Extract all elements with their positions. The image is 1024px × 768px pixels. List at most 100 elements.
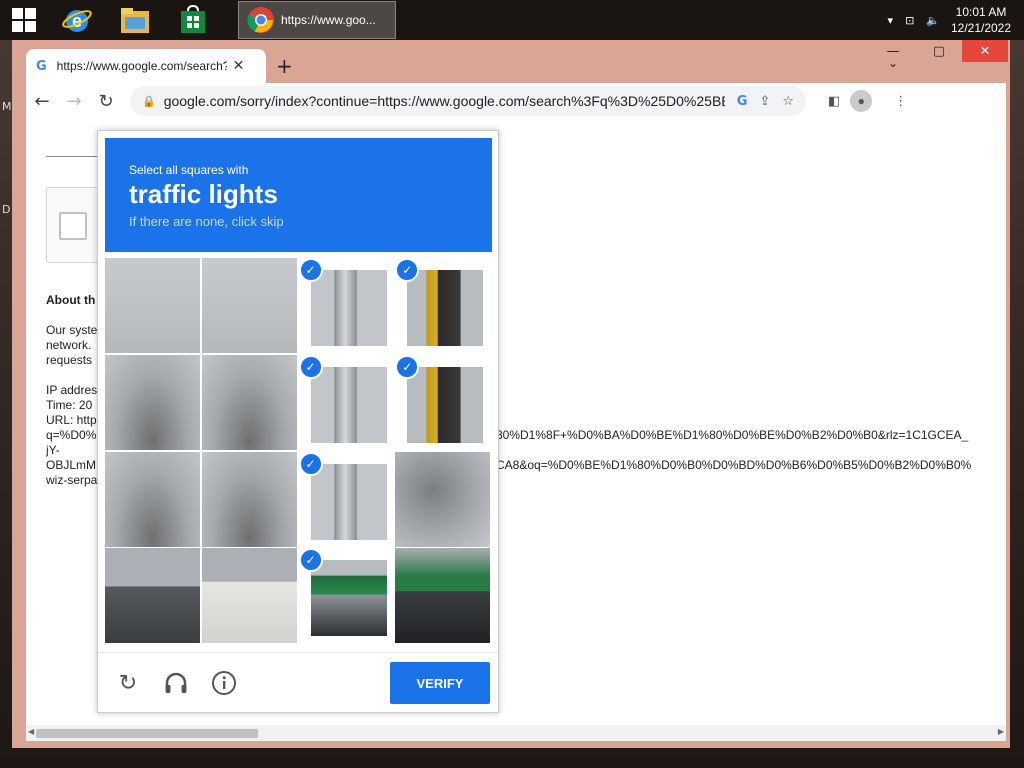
scroll-right-arrow-icon[interactable]: ▶ [998, 727, 1004, 736]
google-favicon-icon: G [36, 58, 47, 74]
tile-image [201, 258, 297, 353]
recaptcha-checkbox[interactable] [59, 212, 87, 240]
side-panel-icon[interactable]: ◧ [828, 94, 840, 109]
tile-image [310, 463, 387, 540]
bookmark-star-icon[interactable]: ☆ [782, 94, 794, 109]
body-line-3: requests [46, 353, 93, 367]
close-window-button[interactable]: ✕ [962, 40, 1008, 62]
body-line-2: network. [46, 338, 92, 352]
challenge-tile[interactable]: ✓ [298, 451, 394, 547]
url-line: URL: http [46, 413, 97, 427]
menu-kebab-icon[interactable]: ⋮ [894, 94, 907, 109]
share-icon[interactable]: ⇪ [759, 94, 770, 109]
wiz-line: wiz-serpa [46, 473, 98, 487]
windows-logo-icon [12, 8, 36, 32]
challenge-tile[interactable] [105, 548, 200, 644]
headphones-icon [165, 672, 187, 693]
browser-tab[interactable]: G https://www.google.com/search?q= ✕ [26, 49, 266, 83]
q-line: q=%D0% [46, 428, 97, 442]
tile-image [105, 258, 200, 353]
chrome-icon [247, 7, 274, 33]
objl-line: OBJLmM [46, 458, 97, 472]
challenge-tile[interactable]: ✓ [298, 548, 394, 643]
challenge-tile[interactable] [395, 548, 491, 644]
challenge-tile[interactable]: ✓ [298, 354, 394, 450]
tile-selected-check-icon: ✓ [298, 354, 323, 379]
challenge-tile-grid: ✓ ✓ ✓ ✓ ✓ ✓ [105, 258, 492, 645]
volume-icon[interactable]: 🔈 [926, 14, 940, 27]
forward-button[interactable]: → [58, 85, 90, 117]
tile-image [310, 270, 387, 346]
tile-selected-check-icon: ✓ [298, 548, 323, 573]
challenge-tile[interactable] [201, 548, 297, 644]
scrollbar-thumb[interactable] [36, 729, 258, 738]
horizontal-scrollbar[interactable]: ◀ ▶ [26, 725, 1006, 741]
tab-title: https://www.google.com/search?q= [56, 59, 227, 73]
google-lens-icon[interactable]: G [737, 94, 748, 109]
tile-image [105, 548, 200, 644]
challenge-header: Select all squares with traffic lights I… [105, 138, 492, 252]
clock-time: 10:01 AM [955, 5, 1007, 19]
challenge-tile[interactable] [201, 451, 297, 547]
profile-avatar-icon[interactable]: ● [850, 90, 873, 112]
internet-explorer-icon: e [62, 10, 92, 32]
challenge-tile[interactable] [201, 354, 297, 450]
challenge-footer: ↻ VERIFY [98, 652, 498, 714]
audio-challenge-icon[interactable] [162, 669, 190, 697]
objl-line-tail: CA8&oq=%D0%BE%D1%80%D0%B0%D0%BD%D0%B6%D0… [496, 458, 972, 472]
tile-selected-check-icon: ✓ [298, 258, 323, 282]
tile-image [395, 451, 491, 547]
challenge-instruction: Select all squares with [129, 163, 249, 177]
verify-button[interactable]: VERIFY [390, 662, 490, 704]
tile-image [201, 451, 297, 547]
challenge-tile[interactable] [105, 354, 200, 450]
start-button[interactable] [0, 0, 48, 40]
reload-challenge-icon[interactable]: ↻ [114, 669, 142, 697]
tile-image [201, 548, 297, 644]
about-heading: About th [46, 293, 96, 307]
browser-toolbar: ← → ↻ 🔒 google.com/sorry/index?continue=… [26, 83, 1006, 119]
desktop-glyph-d: D [2, 203, 11, 216]
scroll-left-arrow-icon[interactable]: ◀ [28, 727, 34, 736]
challenge-tile[interactable]: ✓ [395, 258, 490, 353]
jy-line: jY- [46, 443, 60, 457]
tile-selected-check-icon: ✓ [298, 451, 323, 476]
maximize-button[interactable]: ▢ [916, 40, 962, 62]
tile-image [407, 270, 484, 346]
back-button[interactable]: ← [26, 85, 58, 117]
taskbar-store[interactable] [164, 0, 222, 40]
taskbar-file-explorer[interactable] [106, 0, 164, 40]
info-circle-icon [212, 671, 236, 695]
taskbar-ie[interactable]: e [48, 0, 106, 40]
close-tab-icon[interactable]: ✕ [233, 58, 245, 74]
new-tab-button[interactable]: + [276, 54, 293, 78]
info-icon[interactable] [210, 669, 238, 697]
challenge-tile[interactable]: ✓ [395, 354, 490, 450]
recaptcha-challenge: Select all squares with traffic lights I… [97, 130, 499, 713]
body-line-1: Our syste [46, 323, 98, 337]
system-tray: ▾ ⊡ 🔈 10:01 AM 12/21/2022 [882, 0, 1024, 40]
store-icon [181, 5, 205, 33]
challenge-tile[interactable]: ✓ [298, 258, 394, 353]
tile-image [105, 451, 200, 547]
url-text[interactable]: google.com/sorry/index?continue=https://… [164, 93, 725, 109]
clock-date: 12/21/2022 [950, 21, 1012, 35]
challenge-tile[interactable] [201, 258, 297, 353]
time-line: Time: 20 [46, 398, 93, 412]
address-bar[interactable]: 🔒 google.com/sorry/index?continue=https:… [130, 86, 806, 116]
ip-line: IP addres [46, 383, 98, 397]
tray-chevron-icon[interactable]: ▾ [888, 14, 894, 27]
challenge-tile[interactable] [105, 451, 200, 547]
tile-image [407, 366, 484, 443]
challenge-tile[interactable] [105, 258, 200, 353]
challenge-target: traffic lights [129, 179, 278, 209]
reload-button[interactable]: ↻ [90, 85, 122, 117]
network-icon[interactable]: ⊡ [905, 14, 914, 27]
clock[interactable]: 10:01 AM 12/21/2022 [946, 4, 1016, 36]
challenge-skip-hint: If there are none, click skip [129, 214, 284, 229]
tab-search-chevron-icon[interactable]: ⌄ [888, 56, 898, 70]
taskbar: e https://www.goo... ▾ ⊡ 🔈 10:01 AM 12/2… [0, 0, 1024, 40]
lock-icon[interactable]: 🔒 [142, 95, 156, 108]
challenge-tile[interactable] [395, 451, 491, 547]
taskbar-chrome[interactable]: https://www.goo... [238, 1, 396, 39]
